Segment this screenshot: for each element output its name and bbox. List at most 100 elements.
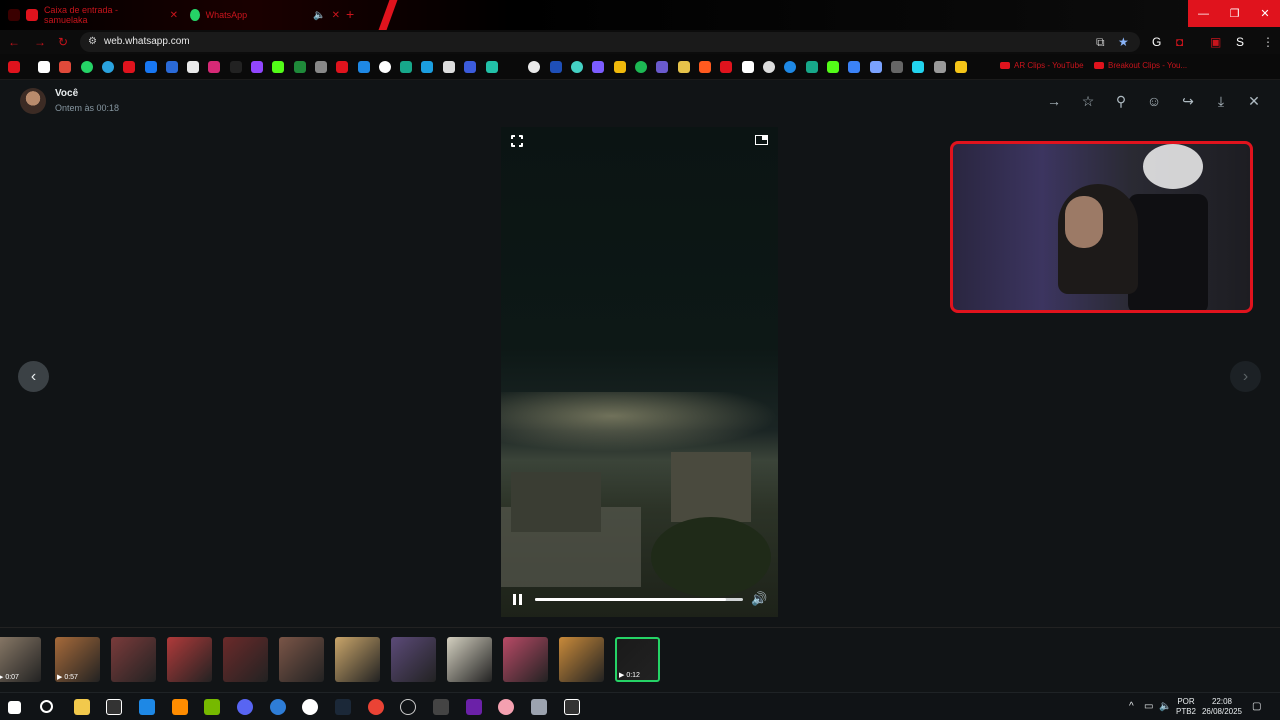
video-player[interactable]: 🔊 bbox=[501, 127, 778, 617]
clock[interactable]: 22:08 26/08/2025 bbox=[1200, 697, 1244, 717]
steam-icon[interactable] bbox=[335, 699, 351, 715]
media-thumbnail[interactable] bbox=[335, 637, 380, 682]
paypal-bookmark-icon[interactable] bbox=[550, 61, 562, 73]
file-explorer-icon[interactable] bbox=[74, 699, 90, 715]
meta-bookmark-icon[interactable] bbox=[166, 61, 178, 73]
bookmark-icon[interactable] bbox=[934, 61, 946, 73]
star-icon[interactable]: ☆ bbox=[1079, 92, 1097, 110]
volume-icon[interactable]: 🔊 bbox=[751, 591, 767, 607]
network-icon[interactable]: ▭ bbox=[1144, 701, 1153, 712]
install-app-icon[interactable]: ⧉ bbox=[1096, 35, 1105, 50]
app-icon[interactable] bbox=[270, 699, 286, 715]
site-info-icon[interactable]: ⚙ bbox=[88, 36, 97, 47]
bookmark-icon[interactable] bbox=[464, 61, 476, 73]
forward-icon[interactable]: → bbox=[34, 35, 46, 49]
telegram-bookmark-icon[interactable] bbox=[102, 61, 114, 73]
avatar[interactable] bbox=[20, 88, 46, 114]
mute-tab-icon[interactable]: 🔈 bbox=[313, 10, 325, 21]
bookmark-icon[interactable] bbox=[358, 61, 370, 73]
whatsapp-bookmark-icon[interactable] bbox=[81, 61, 93, 73]
chrome-icon[interactable] bbox=[368, 699, 384, 715]
bookmark-icon[interactable] bbox=[870, 61, 882, 73]
app-icon[interactable] bbox=[466, 699, 482, 715]
steam-bookmark-icon[interactable] bbox=[421, 61, 433, 73]
media-thumbnail[interactable]: ▶ 0:12 bbox=[615, 637, 660, 682]
pin-icon[interactable]: ⚲ bbox=[1112, 92, 1130, 110]
fullscreen-icon[interactable] bbox=[510, 134, 524, 148]
next-media-button[interactable]: › bbox=[1230, 361, 1261, 392]
discord-icon[interactable] bbox=[237, 699, 253, 715]
bookmark-icon[interactable] bbox=[827, 61, 839, 73]
bookmark-icon[interactable] bbox=[763, 61, 775, 73]
windows-start-icon[interactable] bbox=[8, 701, 21, 714]
nvidia-icon[interactable] bbox=[204, 699, 220, 715]
google-bookmark-icon[interactable] bbox=[38, 61, 50, 73]
notifications-icon[interactable]: ▢ bbox=[1252, 701, 1261, 712]
bookmark-icon[interactable] bbox=[486, 61, 498, 73]
new-tab-button[interactable]: + bbox=[346, 6, 354, 22]
bookmark-icon[interactable] bbox=[294, 61, 306, 73]
seek-bar[interactable] bbox=[535, 598, 743, 601]
media-thumbnail[interactable] bbox=[559, 637, 604, 682]
bookmark-icon[interactable] bbox=[656, 61, 668, 73]
close-tab-icon[interactable]: ✕ bbox=[170, 10, 178, 21]
bookmark-icon[interactable] bbox=[891, 61, 903, 73]
apps-icon[interactable] bbox=[8, 61, 20, 73]
url-field[interactable]: ⚙ web.whatsapp.com bbox=[80, 32, 1140, 52]
facebook-bookmark-icon[interactable] bbox=[145, 61, 157, 73]
media-thumbnail[interactable] bbox=[223, 637, 268, 682]
reload-icon[interactable]: ↻ bbox=[58, 35, 68, 49]
app-icon[interactable] bbox=[139, 699, 155, 715]
netflix-bookmark-icon[interactable] bbox=[336, 61, 348, 73]
extension-icon[interactable]: ▣ bbox=[1210, 35, 1221, 49]
close-tab-icon[interactable]: ✕ bbox=[332, 10, 340, 21]
browser-menu-icon[interactable] bbox=[8, 9, 20, 21]
bookmark-icon[interactable] bbox=[742, 61, 754, 73]
bookmark-icon[interactable] bbox=[720, 61, 732, 73]
app-icon[interactable] bbox=[400, 699, 416, 715]
go-to-message-icon[interactable]: → bbox=[1045, 92, 1063, 110]
vlc-icon[interactable] bbox=[172, 699, 188, 715]
youtube-bookmark-icon[interactable] bbox=[123, 61, 135, 73]
bookmark-icon[interactable] bbox=[400, 61, 412, 73]
back-icon[interactable]: ← bbox=[8, 35, 20, 49]
close-viewer-icon[interactable]: ✕ bbox=[1245, 92, 1263, 110]
bookmark-breakout-clips[interactable]: Breakout Clips - You... bbox=[1094, 61, 1187, 70]
react-emoji-icon[interactable]: ☺ bbox=[1145, 92, 1163, 110]
twitch-bookmark-icon[interactable] bbox=[251, 61, 263, 73]
app-icon[interactable] bbox=[433, 699, 449, 715]
previous-media-button[interactable]: ‹ bbox=[18, 361, 49, 392]
x-bookmark-icon[interactable] bbox=[187, 61, 199, 73]
gmail-bookmark-icon[interactable] bbox=[59, 61, 71, 73]
spotify-bookmark-icon[interactable] bbox=[635, 61, 647, 73]
media-thumbnail[interactable] bbox=[391, 637, 436, 682]
bookmark-icon[interactable] bbox=[571, 61, 583, 73]
profile-icon[interactable]: S bbox=[1236, 35, 1244, 49]
minimize-button[interactable]: — bbox=[1188, 0, 1219, 27]
media-thumbnail[interactable] bbox=[503, 637, 548, 682]
maximize-button[interactable]: ❐ bbox=[1219, 0, 1250, 27]
app-icon[interactable] bbox=[498, 699, 514, 715]
media-thumbnail[interactable] bbox=[167, 637, 212, 682]
bookmark-icon[interactable] bbox=[592, 61, 604, 73]
bookmark-icon[interactable] bbox=[379, 61, 391, 73]
obs-icon[interactable] bbox=[302, 699, 318, 715]
tab-whatsapp[interactable]: WhatsApp 🔈 ✕ bbox=[190, 4, 340, 26]
bookmark-icon[interactable] bbox=[678, 61, 690, 73]
bookmark-icon[interactable] bbox=[806, 61, 818, 73]
speaker-icon[interactable]: 🔈 bbox=[1159, 701, 1171, 712]
tiktok-bookmark-icon[interactable] bbox=[230, 61, 242, 73]
capcut-icon[interactable] bbox=[106, 699, 122, 715]
download-icon[interactable]: ⤓ bbox=[1212, 92, 1230, 110]
binance-bookmark-icon[interactable] bbox=[614, 61, 626, 73]
search-icon[interactable] bbox=[40, 700, 53, 713]
instagram-bookmark-icon[interactable] bbox=[208, 61, 220, 73]
bookmark-icon[interactable] bbox=[955, 61, 967, 73]
pause-icon[interactable] bbox=[513, 594, 523, 605]
bookmark-ar-clips[interactable]: AR Clips - YouTube bbox=[1000, 61, 1084, 70]
input-language[interactable]: POR PTB2 bbox=[1176, 697, 1196, 717]
picture-in-picture-icon[interactable] bbox=[755, 135, 768, 145]
bookmark-icon[interactable] bbox=[848, 61, 860, 73]
media-thumbnail[interactable] bbox=[279, 637, 324, 682]
bookmark-icon[interactable] bbox=[528, 61, 540, 73]
